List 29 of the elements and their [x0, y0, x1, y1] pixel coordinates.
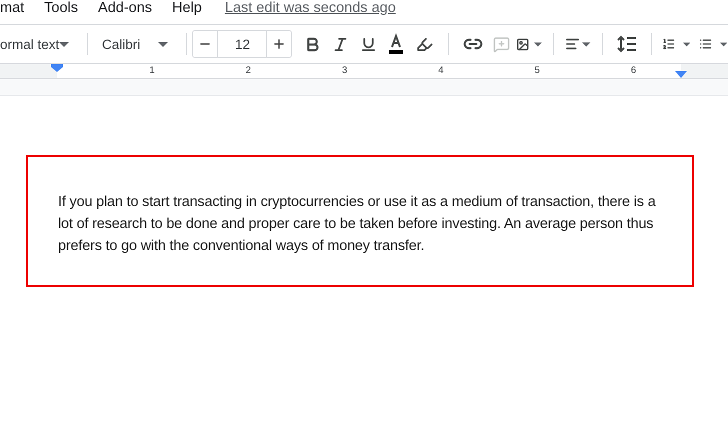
ruler-number: 4 — [437, 64, 445, 78]
plus-icon — [272, 37, 286, 51]
font-dropdown[interactable]: Calibri — [98, 30, 176, 58]
font-size-field[interactable]: 12 — [217, 31, 268, 57]
paragraph: If you plan to start transacting in cryptocurrencies or use it as a medium of transaction, there is a lot of research to be done and proper care to be taken before investing. An average person thus prefers to go with the conventional ways of money transfer. — [58, 193, 656, 256]
ruler-number: 6 — [630, 64, 638, 78]
caret-icon — [682, 42, 690, 46]
left-indent-marker[interactable] — [51, 64, 63, 72]
underline-icon — [360, 36, 377, 52]
last-edit-link[interactable]: Last edit was seconds ago — [224, 0, 396, 17]
ruler-number: 3 — [340, 64, 348, 78]
ruler-number: 5 — [534, 64, 541, 78]
font-size-control[interactable]: 12 — [192, 30, 292, 58]
caret-icon — [582, 42, 591, 46]
line-spacing-icon — [616, 35, 636, 53]
italic-icon — [332, 36, 349, 52]
comment-icon — [492, 36, 510, 52]
menu-item[interactable]: mat — [0, 0, 24, 17]
caret-icon — [158, 42, 168, 46]
menu-item[interactable]: Add-ons — [98, 0, 152, 17]
ruler-number: 2 — [244, 64, 252, 78]
caret-icon — [534, 42, 542, 46]
style-dropdown[interactable]: ormal text — [0, 30, 78, 58]
ruler-number: 1 — [148, 64, 156, 78]
highlighter-icon — [416, 36, 433, 52]
menu-item[interactable]: Tools — [44, 0, 78, 17]
menu-item[interactable]: Help — [172, 0, 202, 17]
caret-icon — [720, 42, 728, 46]
caret-icon — [59, 42, 70, 46]
